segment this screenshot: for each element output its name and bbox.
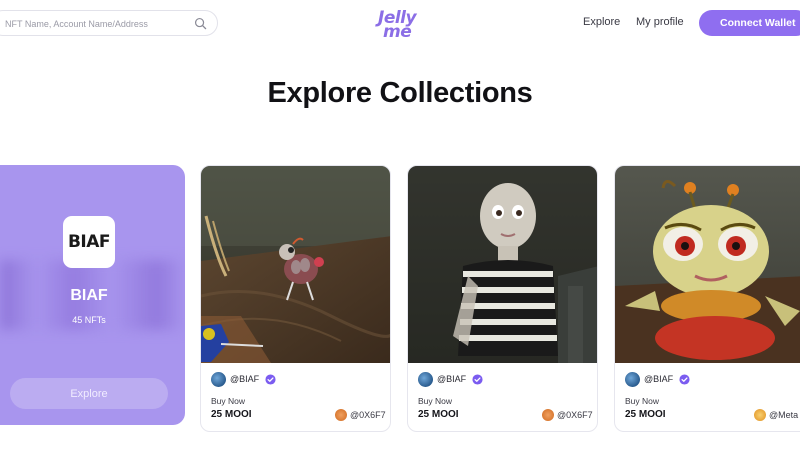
- owner-name: @BIAF: [437, 374, 467, 384]
- collection-explore-button[interactable]: Explore: [10, 378, 168, 409]
- collection-logo-text: BIAF: [67, 232, 111, 252]
- collection-nft-count: 45 NFTs: [72, 315, 106, 325]
- owner-avatar: [625, 372, 640, 387]
- creator-name: @0X6F7: [350, 410, 386, 420]
- verified-badge-icon: [679, 374, 690, 385]
- search-input[interactable]: [5, 16, 185, 31]
- collection-logo: BIAF: [63, 216, 115, 268]
- search-bar[interactable]: [0, 10, 218, 36]
- verified-badge-icon: [265, 374, 276, 385]
- jellyme-logo[interactable]: Jelly me: [378, 8, 424, 42]
- search-icon[interactable]: [194, 17, 207, 30]
- nft-image[interactable]: [201, 166, 391, 363]
- nav-my-profile[interactable]: My profile: [636, 16, 684, 28]
- nft-card[interactable]: @BIAF Buy Now 25 MOOI @Meta: [614, 165, 800, 432]
- verified-badge-icon: [472, 374, 483, 385]
- owner-avatar: [418, 372, 433, 387]
- nft-image[interactable]: [408, 166, 598, 363]
- owner-name: @BIAF: [644, 374, 674, 384]
- connect-wallet-button[interactable]: Connect Wallet: [699, 10, 800, 36]
- owner-avatar: [211, 372, 226, 387]
- buy-now-label: Buy Now: [211, 396, 246, 406]
- creator-name: @Meta: [769, 410, 799, 420]
- nft-price: 25 MOOI: [625, 409, 666, 420]
- nft-card[interactable]: @BIAF Buy Now 25 MOOI @0X6F7: [407, 165, 598, 432]
- creator-name: @0X6F7: [557, 410, 593, 420]
- collection-card[interactable]: BIAF BIAF 45 NFTs Explore: [0, 165, 185, 425]
- owner-name: @BIAF: [230, 374, 260, 384]
- page-title: Explore Collections: [267, 77, 533, 109]
- creator-avatar: [542, 409, 554, 421]
- nft-price: 25 MOOI: [418, 409, 459, 420]
- nft-card[interactable]: @BIAF Buy Now 25 MOOI @0X6F7: [200, 165, 391, 432]
- creator-avatar: [335, 409, 347, 421]
- nav-explore[interactable]: Explore: [583, 16, 620, 28]
- buy-now-label: Buy Now: [625, 396, 660, 406]
- logo-text-bottom: me: [383, 22, 412, 42]
- nft-image[interactable]: [615, 166, 800, 363]
- collection-name: BIAF: [70, 287, 108, 304]
- nft-price: 25 MOOI: [211, 409, 252, 420]
- buy-now-label: Buy Now: [418, 396, 453, 406]
- creator-avatar: [754, 409, 766, 421]
